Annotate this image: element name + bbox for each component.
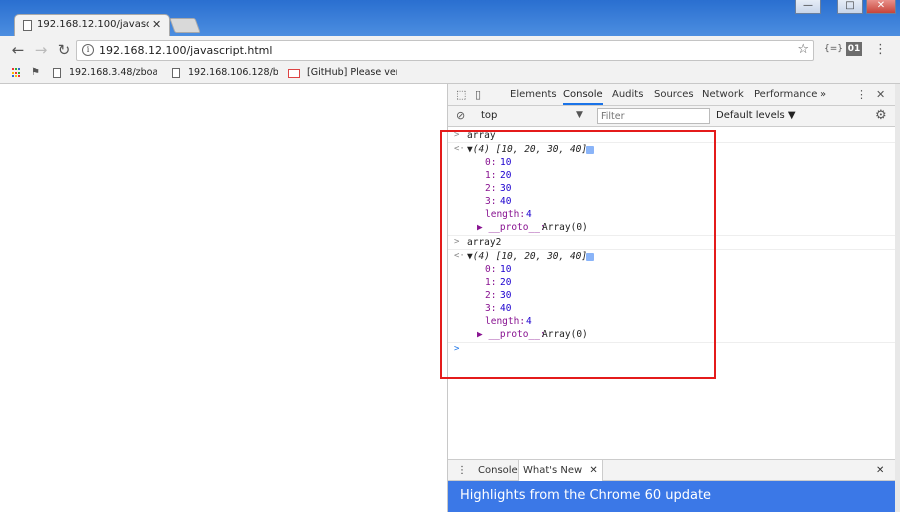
tab-network[interactable]: Network bbox=[702, 89, 744, 100]
drawer-tab-whats-new[interactable]: What's New ✕ bbox=[518, 460, 603, 481]
bookmark-star-icon[interactable]: ☆ bbox=[797, 42, 809, 57]
extension-binary-icon[interactable]: 01 bbox=[846, 42, 862, 56]
bookmark-item[interactable]: 192.168.106.128/blin bbox=[188, 67, 278, 78]
forward-arrow-icon[interactable]: → bbox=[32, 41, 50, 59]
bookmark-item[interactable]: 192.168.3.48/zboard bbox=[69, 67, 157, 78]
page-icon bbox=[53, 68, 61, 78]
bookmark-item[interactable]: [GitHub] Please verif bbox=[307, 67, 397, 78]
more-tabs-icon[interactable]: » bbox=[820, 89, 826, 100]
console-filter-bar: ⊘ top ▼ Default levels ▼ ⚙ bbox=[448, 106, 896, 127]
bookmark-folder-icon[interactable]: ⚑ bbox=[31, 67, 40, 78]
title-bar: 192.168.12.100/javascript ✕ — □ ✕ bbox=[0, 0, 900, 36]
inspect-element-icon[interactable]: ⬚ bbox=[456, 88, 466, 101]
new-tab-button[interactable] bbox=[169, 18, 201, 33]
filter-input[interactable] bbox=[597, 108, 710, 124]
reload-icon[interactable]: ↻ bbox=[55, 41, 73, 59]
address-bar[interactable]: i 192.168.12.100/javascript.html ☆ bbox=[76, 40, 814, 61]
browser-tab[interactable]: 192.168.12.100/javascript ✕ bbox=[14, 14, 170, 36]
drawer-menu-icon[interactable]: ⋮ bbox=[457, 465, 467, 476]
close-drawer-icon[interactable]: ✕ bbox=[876, 465, 884, 476]
clear-console-icon[interactable]: ⊘ bbox=[456, 109, 465, 122]
drawer-tab-console[interactable]: Console bbox=[478, 465, 518, 476]
browser-menu-icon[interactable]: ⋮ bbox=[874, 42, 887, 57]
browser-toolbar: ← → ↻ i 192.168.12.100/javascript.html ☆… bbox=[0, 36, 900, 64]
device-toolbar-icon[interactable]: ▯ bbox=[475, 88, 481, 101]
devtools-menu-icon[interactable]: ⋮ bbox=[856, 88, 867, 101]
context-selector[interactable]: top bbox=[481, 110, 497, 121]
tab-performance[interactable]: Performance bbox=[754, 89, 817, 100]
close-devtools-icon[interactable]: ✕ bbox=[876, 88, 885, 101]
back-arrow-icon[interactable]: ← bbox=[9, 41, 27, 59]
close-icon[interactable]: ✕ bbox=[589, 465, 597, 476]
tab-title: 192.168.12.100/javascript bbox=[37, 19, 149, 30]
page-icon bbox=[23, 20, 32, 31]
tab-close-icon[interactable]: ✕ bbox=[152, 18, 161, 31]
gear-icon[interactable]: ⚙ bbox=[875, 108, 887, 123]
whats-new-banner: Highlights from the Chrome 60 update bbox=[448, 481, 896, 512]
apps-grid-icon[interactable] bbox=[12, 68, 22, 78]
url-text: 192.168.12.100/javascript.html bbox=[99, 44, 273, 57]
devtools-tab-bar: ⬚ ▯ Elements Console Audits Sources Netw… bbox=[448, 84, 896, 106]
page-icon bbox=[172, 68, 180, 78]
extension-json-icon[interactable]: {=} bbox=[824, 44, 843, 54]
tab-console[interactable]: Console bbox=[563, 89, 603, 105]
bookmarks-bar: ⚑ 192.168.3.48/zboard 192.168.106.128/bl… bbox=[0, 64, 900, 84]
close-window-button[interactable]: ✕ bbox=[866, 0, 896, 14]
gmail-icon bbox=[288, 69, 300, 78]
drawer-tab-bar: ⋮ Console What's New ✕ ✕ bbox=[448, 459, 896, 481]
tab-sources[interactable]: Sources bbox=[654, 89, 694, 100]
tab-elements[interactable]: Elements bbox=[510, 89, 557, 100]
highlight-box bbox=[440, 130, 716, 379]
info-icon[interactable]: i bbox=[82, 44, 94, 56]
maximize-button[interactable]: □ bbox=[837, 0, 863, 14]
tab-audits[interactable]: Audits bbox=[612, 89, 643, 100]
chevron-down-icon[interactable]: ▼ bbox=[576, 110, 583, 120]
minimize-button[interactable]: — bbox=[795, 0, 821, 14]
log-levels-dropdown[interactable]: Default levels ▼ bbox=[716, 110, 796, 121]
scrollbar[interactable] bbox=[895, 84, 900, 512]
